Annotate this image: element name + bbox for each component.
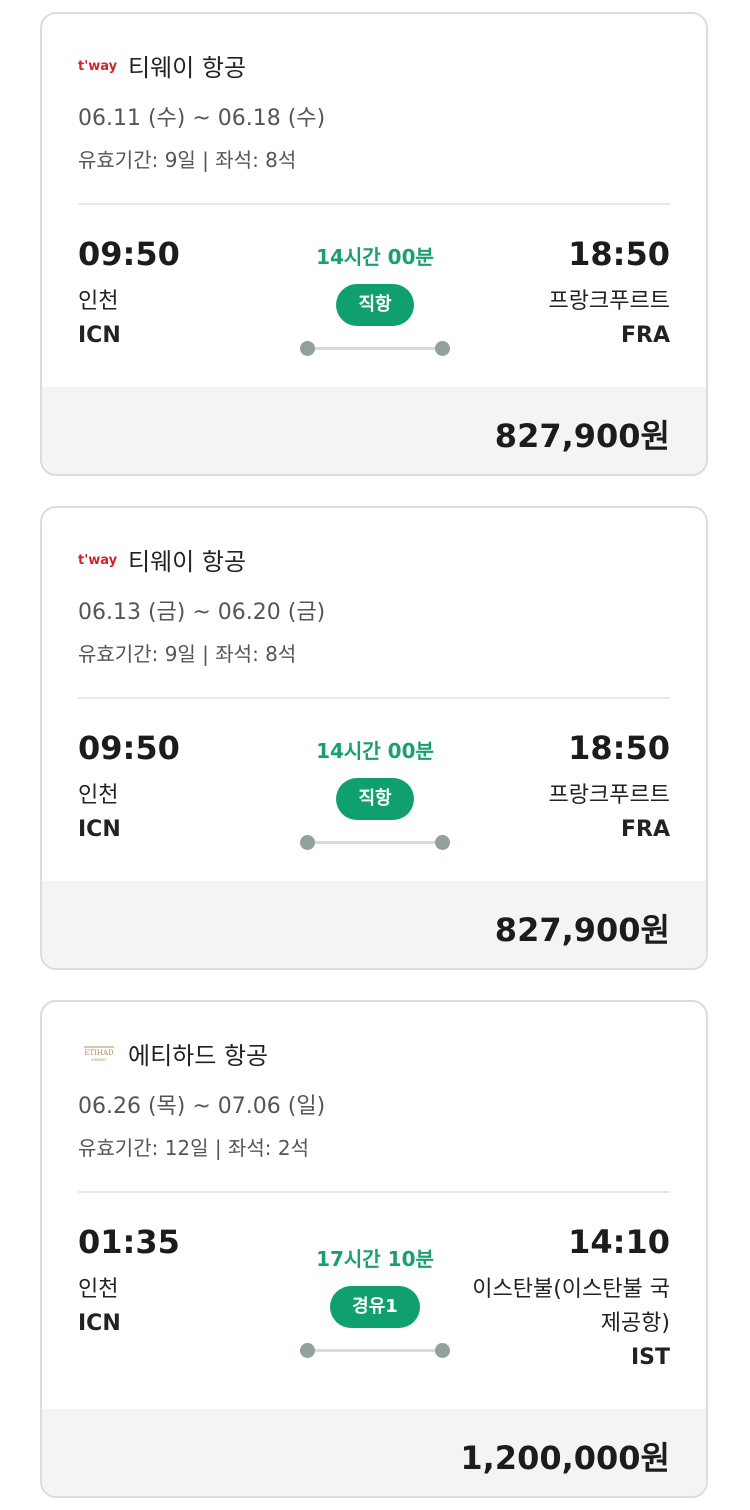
route-bar — [308, 1349, 442, 1352]
arrival-city: 프랑크푸르트 — [548, 289, 670, 314]
arrival: 18:50 프랑크푸르트 FRA — [549, 235, 670, 353]
departure-city: 인천 — [78, 289, 119, 314]
svg-text:AIRWAYS: AIRWAYS — [91, 1058, 107, 1062]
svg-text:t'way: t'way — [78, 553, 118, 568]
route-line — [300, 1342, 450, 1358]
price: 827,900원 — [494, 911, 670, 949]
arrival-time: 18:50 — [568, 235, 670, 273]
departure-code: ICN — [78, 323, 121, 348]
price-bar: 827,900원 — [42, 881, 706, 968]
arrival-city-line2: 제공항) — [600, 1311, 670, 1336]
arrival: 14:10 이스탄불(이스탄불 국 제공항) IST — [472, 1223, 670, 1375]
departure-code: ICN — [78, 1311, 121, 1336]
route-summary: 14시간 00분 직항 — [300, 735, 450, 850]
departure: 09:50 인천 ICN — [78, 235, 180, 353]
card-header: t'way 티웨이 항공 06.13 (금) ~ 06.20 (금) 유효기간:… — [42, 544, 706, 881]
route-bar — [308, 347, 442, 350]
tway-logo: t'way — [78, 547, 120, 571]
svg-text:t'way: t'way — [78, 59, 118, 74]
flight-duration: 14시간 00분 — [316, 739, 434, 763]
travel-dates: 06.26 (목) ~ 07.06 (일) — [78, 1094, 326, 1119]
departure-city: 인천 — [78, 1277, 119, 1302]
flight-duration: 17시간 10분 — [316, 1247, 434, 1271]
arrival-time: 18:50 — [568, 729, 670, 767]
arrival: 18:50 프랑크푸르트 FRA — [549, 729, 670, 847]
price: 827,900원 — [494, 417, 670, 455]
arrival-code: FRA — [621, 323, 670, 348]
route-bar — [308, 841, 442, 844]
validity-seats: 유효기간: 12일 | 좌석: 2석 — [78, 1136, 310, 1160]
flight-info: 09:50 인천 ICN 14시간 00분 직항 18:50 프랑크푸르트 FR… — [78, 205, 670, 387]
arrival-city-line1: 이스탄불(이스탄불 국 — [472, 1277, 670, 1302]
validity-seats: 유효기간: 9일 | 좌석: 8석 — [78, 642, 297, 666]
flight-info: 09:50 인천 ICN 14시간 00분 직항 18:50 프랑크푸르트 FR… — [78, 699, 670, 881]
airline-row: ETIHAD AIRWAYS 에티하드 항공 — [78, 1038, 670, 1070]
airline-name: 에티하드 항공 — [128, 1041, 269, 1070]
etihad-logo: ETIHAD AIRWAYS — [78, 1041, 120, 1065]
route-summary: 17시간 10분 경유1 — [300, 1243, 450, 1358]
stop-badge: 직항 — [336, 284, 414, 326]
route-end-dot — [435, 341, 450, 356]
card-header: t'way 티웨이 항공 06.11 (수) ~ 06.18 (수) 유효기간:… — [42, 50, 706, 387]
arrival-city: 프랑크푸르트 — [548, 783, 670, 808]
stop-badge: 직항 — [336, 778, 414, 820]
price-bar: 1,200,000원 — [42, 1409, 706, 1496]
travel-dates: 06.13 (금) ~ 06.20 (금) — [78, 600, 326, 625]
stop-badge: 경유1 — [330, 1286, 420, 1328]
flight-card[interactable]: t'way 티웨이 항공 06.13 (금) ~ 06.20 (금) 유효기간:… — [40, 506, 708, 970]
flight-duration: 14시간 00분 — [316, 245, 434, 269]
departure-time: 01:35 — [78, 1223, 180, 1261]
airline-row: t'way 티웨이 항공 — [78, 50, 670, 82]
arrival-code: IST — [630, 1345, 670, 1370]
departure: 01:35 인천 ICN — [78, 1223, 180, 1341]
departure-city: 인천 — [78, 783, 119, 808]
arrival-code: FRA — [621, 817, 670, 842]
departure-time: 09:50 — [78, 729, 180, 767]
route-end-dot — [435, 1343, 450, 1358]
flight-card[interactable]: ETIHAD AIRWAYS 에티하드 항공 06.26 (목) ~ 07.06… — [40, 1000, 708, 1498]
departure-time: 09:50 — [78, 235, 180, 273]
card-header: ETIHAD AIRWAYS 에티하드 항공 06.26 (목) ~ 07.06… — [42, 1038, 706, 1409]
travel-dates: 06.11 (수) ~ 06.18 (수) — [78, 106, 326, 131]
route-start-dot — [300, 341, 315, 356]
flight-info: 01:35 인천 ICN 17시간 10분 경유1 14:10 이스탄불(이스탄… — [78, 1193, 670, 1409]
route-summary: 14시간 00분 직항 — [300, 241, 450, 356]
flight-card[interactable]: t'way 티웨이 항공 06.11 (수) ~ 06.18 (수) 유효기간:… — [40, 12, 708, 476]
price-bar: 827,900원 — [42, 387, 706, 474]
svg-text:ETIHAD: ETIHAD — [84, 1049, 114, 1057]
route-line — [300, 340, 450, 356]
validity-seats: 유효기간: 9일 | 좌석: 8석 — [78, 148, 297, 172]
airline-name: 티웨이 항공 — [128, 53, 247, 82]
departure-code: ICN — [78, 817, 121, 842]
route-line — [300, 834, 450, 850]
departure: 09:50 인천 ICN — [78, 729, 180, 847]
route-start-dot — [300, 1343, 315, 1358]
arrival-time: 14:10 — [568, 1223, 670, 1261]
route-start-dot — [300, 835, 315, 850]
price: 1,200,000원 — [460, 1439, 670, 1477]
airline-name: 티웨이 항공 — [128, 547, 247, 576]
route-end-dot — [435, 835, 450, 850]
tway-logo: t'way — [78, 53, 120, 77]
airline-row: t'way 티웨이 항공 — [78, 544, 670, 576]
